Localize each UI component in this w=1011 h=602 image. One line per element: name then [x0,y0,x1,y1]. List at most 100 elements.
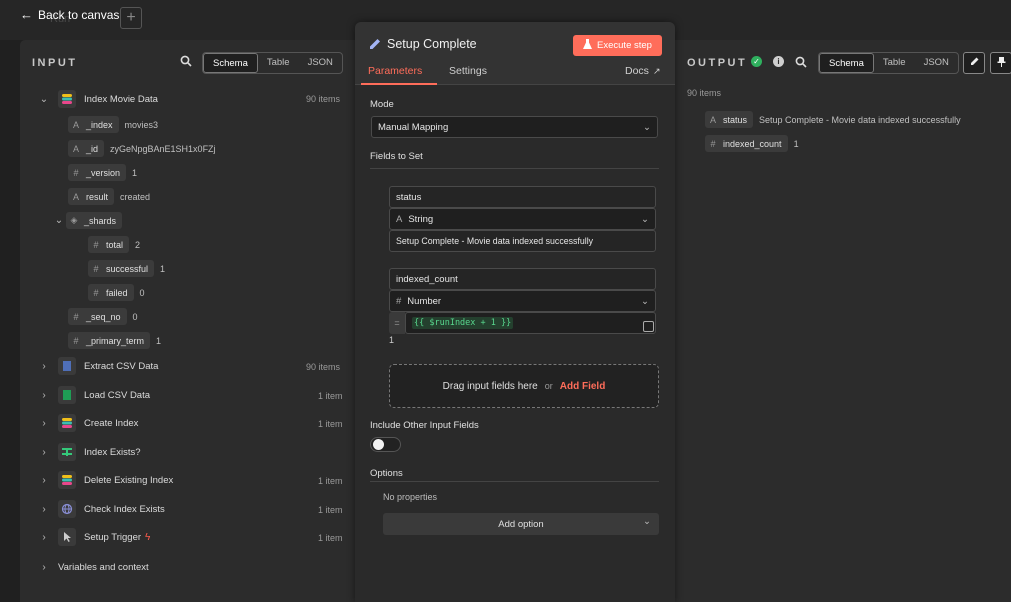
expression-editor[interactable]: {{ $runIndex + 1 }} [405,312,656,334]
schema-field-index[interactable]: A _index movies3 [68,116,158,133]
tree-node-check-index-exists[interactable]: › Check Index Exists [38,500,165,518]
edit-output-button[interactable] [963,52,985,74]
schema-field-id[interactable]: A _id zyGeNpgBAnE1SH1x0FZj [68,140,216,157]
tree-node-create-index[interactable]: › Create Index [38,414,138,432]
output-tab-table[interactable]: Table [874,53,915,73]
input-view-tabs: Schema Table JSON [202,52,343,74]
if-icon [58,443,76,461]
input-title: INPUT [32,57,78,69]
add-field-button[interactable]: Add Field [560,381,606,392]
schema-field-version[interactable]: # _version 1 [68,164,137,181]
chevron-down-icon: ⌄ [54,215,64,226]
lightning-icon: ϟ [145,531,151,543]
field-type-select[interactable]: A String ⌄ [389,208,656,230]
input-panel: INPUT Schema Table JSON ⌄ Index Movie Da… [20,40,365,602]
success-check-icon: ✓ [751,56,762,67]
field-value: 1 [793,138,799,149]
expand-editor-icon[interactable] [643,321,654,332]
tree-root-label: Index Movie Data [84,93,158,105]
search-icon[interactable] [795,56,807,71]
chevron-right-icon: › [42,446,46,458]
field-value: 1 [156,335,162,346]
tab-parameters[interactable]: Parameters [368,65,422,77]
include-other-fields-toggle[interactable] [370,437,401,452]
search-icon[interactable] [180,55,192,70]
output-field-indexed-count[interactable]: # indexed_count 1 [705,135,799,152]
node-count: 90 items [306,362,341,372]
field-name-input[interactable]: indexed_count [389,268,656,290]
back-label: Back to canvas [38,7,120,22]
chevron-right-icon: › [42,503,46,515]
number-type-icon: # [710,138,716,149]
input-tab-json[interactable]: JSON [299,53,342,73]
text-type-icon: A [72,143,79,154]
number-type-icon: # [396,295,402,307]
text-type-icon: A [72,119,79,130]
schema-field-shards[interactable]: ⌄ ◈ _shards [54,212,123,229]
input-tab-table[interactable]: Table [258,53,299,73]
node-details-panel: Setup Complete Execute step Parameters S… [355,22,675,602]
output-title: OUTPUT [687,57,748,69]
schema-field-primary-term[interactable]: # _primary_term 1 [68,332,161,349]
node-count: 1 item [318,476,343,486]
node-count: 1 item [318,419,343,429]
chevron-down-icon: ⌄ [643,121,651,133]
schema-field-successful[interactable]: # successful 1 [88,260,165,277]
output-field-status[interactable]: Astatus Setup Complete - Movie data inde… [705,111,961,128]
sheet-icon [58,386,76,404]
tree-node-load-csv-data[interactable]: › Load CSV Data [38,386,150,404]
expression-indicator: = [389,312,405,334]
field-value: 2 [135,239,141,250]
info-icon[interactable]: i [773,56,784,67]
output-tab-schema[interactable]: Schema [819,53,874,73]
tree-node-delete-existing-index[interactable]: › Delete Existing Index [38,471,173,489]
field-value: created [120,191,151,202]
drop-zone[interactable]: Drag input fields here or Add Field [389,364,659,408]
tree-root-index-movie-data[interactable]: ⌄ Index Movie Data [38,90,158,108]
chevron-right-icon: › [42,389,46,401]
no-properties-text: No properties [383,492,438,502]
number-type-icon: # [73,311,79,322]
include-other-fields-label: Include Other Input Fields [370,420,479,431]
external-link-icon: ↗ [652,65,661,76]
chevron-right-icon: › [42,360,46,372]
pencil-icon [969,56,980,70]
extract-csv-icon [58,357,76,375]
execute-step-button[interactable]: Execute step [573,35,662,56]
flask-icon [583,39,593,52]
output-count: 90 items [687,88,722,98]
elastic-icon [58,414,76,432]
docs-link[interactable]: Docs ↗ [625,65,660,77]
field-name-input[interactable]: status [389,186,656,208]
output-view-tabs: Schema Table JSON [818,52,959,74]
tree-node-extract-csv-data[interactable]: › Extract CSV Data [38,357,158,375]
divider [370,481,659,482]
tree-root-count: 90 items [306,94,341,104]
field-type-select[interactable]: # Number ⌄ [389,290,656,312]
add-option-button[interactable]: Add option ⌄ [383,513,659,535]
object-type-icon: ◈ [70,215,78,225]
chevron-right-icon: › [42,531,46,543]
chevron-down-icon: ⌄ [641,295,649,307]
variables-and-context[interactable]: › Variables and context [38,558,148,576]
node-title[interactable]: Setup Complete [387,37,477,51]
back-to-canvas-link[interactable]: ← Back to canvas [20,7,119,22]
field-value-input[interactable]: Setup Complete - Movie data indexed succ… [389,230,656,252]
pin-data-button[interactable] [990,52,1011,74]
field-value: zyGeNpgBAnE1SH1x0FZj [110,143,216,154]
schema-field-seq-no[interactable]: # _seq_no 0 [68,308,138,325]
schema-field-result[interactable]: Aresult created [68,188,150,205]
tab-settings[interactable]: Settings [449,65,487,77]
schema-field-failed[interactable]: # failed 0 [88,284,145,301]
add-node-button[interactable]: + [120,7,142,29]
tree-node-index-exists[interactable]: › Index Exists? [38,443,141,461]
output-tab-json[interactable]: JSON [915,53,958,73]
cursor-icon [58,528,76,546]
input-tab-schema[interactable]: Schema [203,53,258,73]
schema-field-total[interactable]: # total 2 [88,236,140,253]
tree-node-setup-trigger[interactable]: › Setup Trigger ϟ [38,528,150,546]
mode-select[interactable]: Manual Mapping ⌄ [371,116,658,138]
arrow-left-icon: ← [20,7,33,22]
node-count: 1 item [318,505,343,515]
text-type-icon: A [709,114,716,125]
